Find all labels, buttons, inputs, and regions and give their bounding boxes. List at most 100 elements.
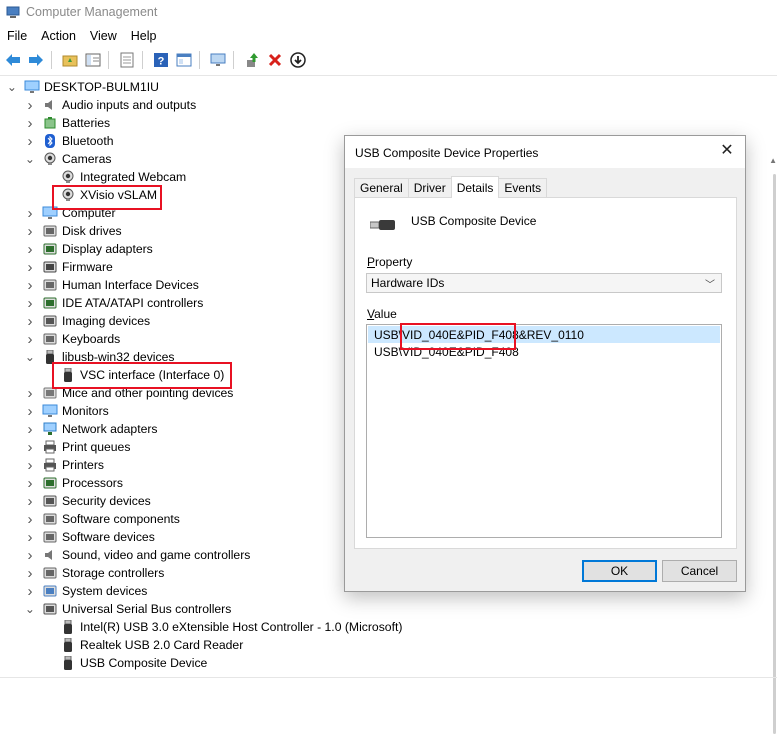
back-icon[interactable] — [3, 50, 23, 70]
properties-icon[interactable] — [174, 50, 194, 70]
battery-icon — [42, 115, 58, 131]
scrollbar-thumb[interactable] — [773, 174, 776, 734]
scroll-up-icon[interactable]: ▲ — [769, 156, 777, 165]
tree-item-label: Sound, video and game controllers — [62, 548, 251, 562]
menu-view[interactable]: View — [83, 29, 124, 43]
tree-category[interactable]: › System devices — [24, 582, 148, 600]
chevron-right-icon[interactable]: › — [24, 439, 36, 456]
chevron-right-icon[interactable]: › — [24, 529, 36, 546]
chevron-right-icon[interactable]: › — [24, 421, 36, 438]
monitor-icon[interactable] — [208, 50, 228, 70]
software-component-icon — [42, 511, 58, 527]
menu-file[interactable]: File — [0, 29, 34, 43]
tree-category[interactable]: › Printers — [24, 456, 105, 474]
export-icon[interactable] — [117, 50, 137, 70]
chevron-down-icon[interactable]: ⌄ — [24, 152, 36, 166]
tree-category[interactable]: ⌄ Universal Serial Bus controllers — [24, 600, 231, 618]
speaker-icon — [42, 97, 58, 113]
chevron-right-icon[interactable]: › — [24, 277, 36, 294]
close-icon[interactable]: ✕ — [719, 143, 735, 159]
tree-category[interactable]: › Bluetooth — [24, 132, 114, 150]
tree-item-label: Monitors — [62, 404, 109, 418]
tree-item-label: Print queues — [62, 440, 131, 454]
chevron-right-icon[interactable]: › — [24, 205, 36, 222]
tree-category[interactable]: › Print queues — [24, 438, 131, 456]
chevron-right-icon[interactable]: › — [24, 493, 36, 510]
cancel-button[interactable]: Cancel — [662, 560, 737, 582]
uninstall-icon[interactable] — [265, 50, 285, 70]
chevron-down-icon: ﹀ — [705, 279, 715, 291]
tree-category[interactable]: › Firmware — [24, 258, 113, 276]
tree-category[interactable]: › Sound, video and game controllers — [24, 546, 251, 564]
chevron-right-icon[interactable]: › — [24, 295, 36, 312]
value-label: Value — [367, 307, 397, 321]
tab-events[interactable]: Events — [498, 178, 548, 197]
help-icon[interactable]: ? — [151, 50, 171, 70]
tree-device[interactable]: USB Composite Device — [60, 654, 207, 672]
show-hide-tree-icon[interactable] — [83, 50, 103, 70]
tree-root[interactable]: ⌄ DESKTOP-BULM1IU — [6, 78, 159, 96]
tree-item-label: Imaging devices — [62, 314, 151, 328]
tree-category[interactable]: › Disk drives — [24, 222, 122, 240]
value-listbox[interactable]: USB\VID_040E&PID_F408&REV_0110 USB\VID_0… — [366, 324, 722, 538]
tree-category[interactable]: › Keyboards — [24, 330, 121, 348]
tree-device[interactable]: Integrated Webcam — [60, 168, 186, 186]
property-select[interactable]: Hardware IDs ﹀ — [366, 273, 722, 293]
tree-category[interactable]: ⌄ Cameras — [24, 150, 112, 168]
menu-action[interactable]: Action — [34, 29, 83, 43]
keyboard-icon — [42, 331, 58, 347]
chevron-right-icon[interactable]: › — [24, 313, 36, 330]
menu-help[interactable]: Help — [124, 29, 164, 43]
chevron-right-icon[interactable]: › — [24, 259, 36, 276]
tree-item-label: Security devices — [62, 494, 151, 508]
chevron-right-icon[interactable]: › — [24, 403, 36, 420]
tab-driver[interactable]: Driver — [407, 178, 452, 197]
tree-category[interactable]: › Audio inputs and outputs — [24, 96, 197, 114]
tree-category[interactable]: › Batteries — [24, 114, 111, 132]
ok-button[interactable]: OK — [582, 560, 657, 582]
chevron-right-icon[interactable]: › — [24, 475, 36, 492]
update-driver-icon[interactable] — [242, 50, 262, 70]
chevron-right-icon[interactable]: › — [24, 115, 36, 132]
chevron-right-icon[interactable]: › — [24, 385, 36, 402]
tree-category[interactable]: › Storage controllers — [24, 564, 165, 582]
tree-root-label: DESKTOP-BULM1IU — [44, 80, 159, 94]
tree-device[interactable]: Realtek USB 2.0 Card Reader — [60, 636, 243, 654]
tree-category[interactable]: › Software components — [24, 510, 180, 528]
tree-category[interactable]: › Network adapters — [24, 420, 158, 438]
window-title: Computer Management — [26, 5, 158, 19]
chevron-right-icon[interactable]: › — [24, 547, 36, 564]
chevron-right-icon[interactable]: › — [24, 457, 36, 474]
chevron-down-icon[interactable]: ⌄ — [6, 80, 18, 94]
chevron-right-icon[interactable]: › — [24, 97, 36, 114]
chevron-down-icon[interactable]: ⌄ — [24, 350, 36, 364]
dialog-title-bar: USB Composite Device Properties ✕ — [345, 136, 745, 168]
tree-category[interactable]: › Human Interface Devices — [24, 276, 199, 294]
tree-category[interactable]: › Monitors — [24, 402, 109, 420]
tree-category[interactable]: › Security devices — [24, 492, 151, 510]
chevron-right-icon[interactable]: › — [24, 583, 36, 600]
chevron-right-icon[interactable]: › — [24, 223, 36, 240]
chevron-right-icon[interactable]: › — [24, 331, 36, 348]
tree-item-label: Firmware — [62, 260, 113, 274]
tree-category[interactable]: › IDE ATA/ATAPI controllers — [24, 294, 204, 312]
up-folder-icon[interactable] — [60, 50, 80, 70]
tab-details[interactable]: Details — [450, 176, 500, 198]
chevron-right-icon[interactable]: › — [24, 511, 36, 528]
tree-category[interactable]: › Software devices — [24, 528, 155, 546]
disable-icon[interactable] — [288, 50, 308, 70]
chevron-right-icon[interactable]: › — [24, 133, 36, 150]
vertical-scrollbar[interactable]: ▲ — [769, 78, 777, 734]
tree-category[interactable]: › Processors — [24, 474, 123, 492]
tab-general[interactable]: General — [354, 178, 409, 197]
chevron-right-icon[interactable]: › — [24, 241, 36, 258]
tree-category[interactable]: › Imaging devices — [24, 312, 151, 330]
chevron-right-icon[interactable]: › — [24, 565, 36, 582]
highlight-box-vid-pid — [400, 323, 516, 350]
forward-icon[interactable] — [26, 50, 46, 70]
chevron-down-icon[interactable]: ⌄ — [24, 602, 36, 616]
tree-category[interactable]: › Display adapters — [24, 240, 153, 258]
tree-device[interactable]: Intel(R) USB 3.0 eXtensible Host Control… — [60, 618, 402, 636]
toolbar-separator — [51, 51, 52, 69]
tree-item-label: Software components — [62, 512, 180, 526]
